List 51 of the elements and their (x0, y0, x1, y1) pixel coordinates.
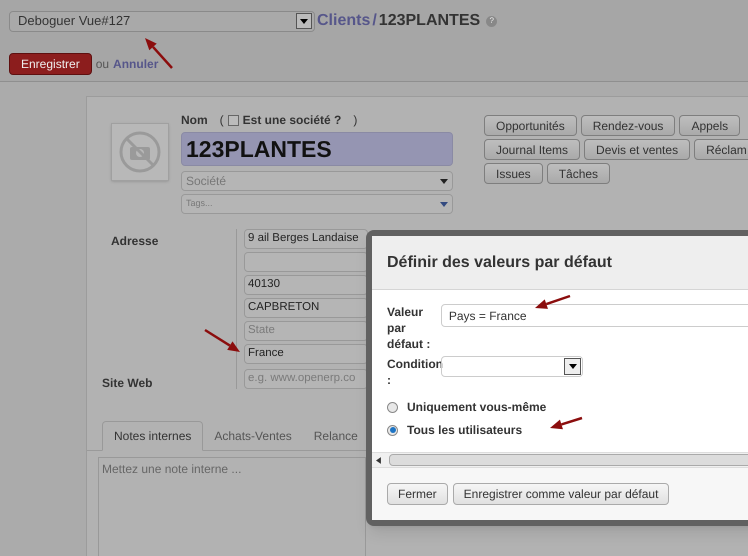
caret-icon (440, 178, 448, 184)
debug-select[interactable]: Deboguer Vue#127 (9, 10, 315, 32)
smart-button[interactable]: Réclam (694, 139, 748, 160)
annotation-arrow (535, 294, 570, 309)
default-value-label: Valeur par défaut : (387, 304, 432, 352)
radio-button[interactable] (387, 424, 398, 436)
paren-text: ) (353, 112, 358, 129)
default-value-field[interactable]: Pays = France (440, 304, 748, 327)
annotation-arrow (550, 416, 582, 430)
name-label: Nom (181, 112, 208, 129)
save-button[interactable]: Enregistrer (9, 53, 92, 75)
company-checkbox-label: Est une société ? (242, 112, 342, 129)
or-text: ou (96, 56, 110, 73)
dialog-title: Définir des valeurs par défaut (387, 252, 612, 272)
radio-label: Uniquement vous-même (407, 399, 546, 416)
paren-text: ( (220, 112, 224, 129)
smart-button[interactable]: Issues (484, 163, 543, 184)
radio-button[interactable] (387, 402, 398, 412)
caret-icon (568, 364, 576, 369)
form-tab[interactable]: Achats-Ventes (203, 421, 303, 451)
address-field[interactable]: France (244, 344, 368, 364)
caret-icon (300, 18, 308, 24)
horizontal-scrollbar[interactable] (372, 452, 748, 468)
smart-button[interactable]: Appels (679, 115, 740, 136)
address-field[interactable]: 40130 (244, 275, 368, 295)
left-arrow-icon[interactable] (376, 456, 381, 464)
record-title: 123PLANTES (378, 11, 480, 31)
caret-icon (440, 202, 448, 206)
radio-label: Tous les utilisateurs (407, 422, 522, 439)
company-checkbox[interactable] (228, 114, 239, 126)
smart-button[interactable]: Rendez-vous (580, 115, 676, 136)
form-tab[interactable]: Relance (302, 421, 369, 451)
dialog-button[interactable]: Fermer (387, 483, 448, 505)
dialog-button[interactable]: Enregistrer comme valeur par défaut (452, 483, 670, 505)
address-label: Adresse (111, 233, 160, 250)
address-field[interactable]: 9 ail Berges Landaise (244, 229, 368, 249)
breadcrumb-separator: / (372, 11, 377, 31)
condition-label: Condition : (387, 356, 441, 388)
smart-button[interactable]: Devis et ventes (584, 139, 690, 160)
name-field[interactable]: 123PLANTES (181, 132, 453, 166)
smart-button[interactable]: Tâches (546, 163, 610, 184)
no-camera-icon (118, 130, 162, 174)
condition-select[interactable] (441, 356, 583, 377)
website-label: Site Web (102, 375, 152, 392)
address-field[interactable]: CAPBRETON (244, 298, 368, 318)
address-field[interactable] (244, 252, 368, 272)
help-icon[interactable]: ? (486, 16, 498, 26)
form-tab[interactable]: Notes internes (102, 421, 204, 451)
annotation-arrow (204, 328, 240, 352)
smart-button[interactable]: Opportunités (484, 115, 577, 136)
smart-button[interactable]: Journal Items (484, 139, 580, 160)
